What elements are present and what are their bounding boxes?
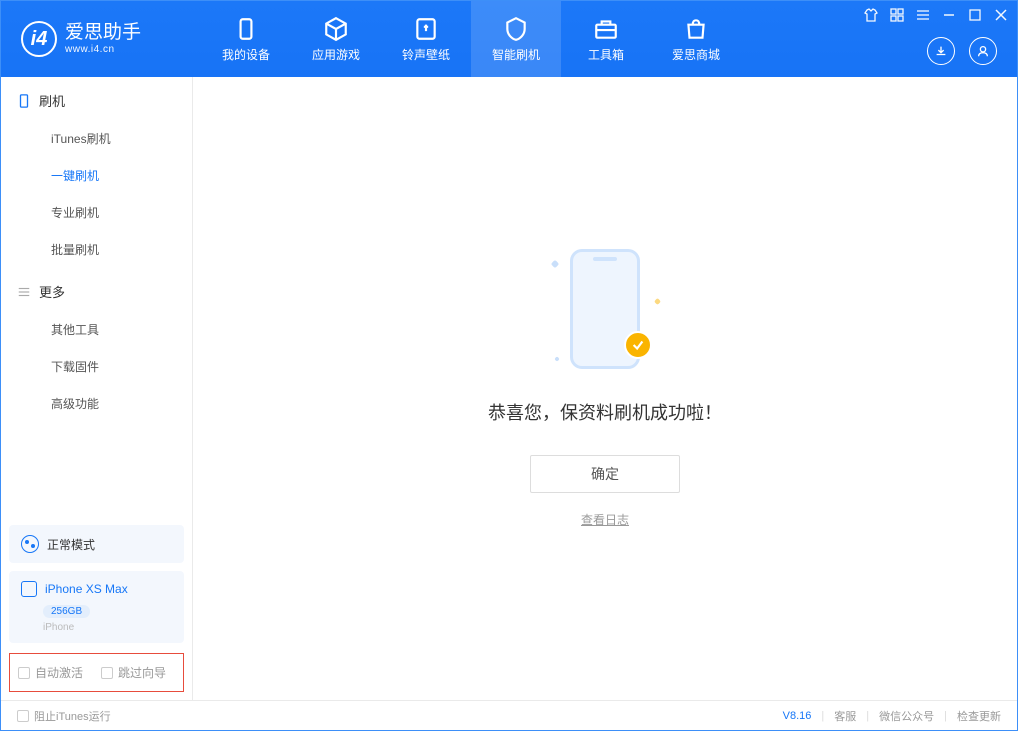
footer-link-wechat[interactable]: 微信公众号 [879,708,934,724]
music-icon [413,16,439,42]
app-title: 爱思助手 [65,23,141,44]
download-icon[interactable] [927,37,955,65]
version-label: V8.16 [783,710,812,722]
check-circle-icon [624,331,652,359]
sidebar-item-advanced[interactable]: 高级功能 [1,385,192,422]
device-name: iPhone XS Max [45,582,128,596]
shirt-icon[interactable] [863,7,879,23]
sidebar-item-onekey-flash[interactable]: 一键刷机 [1,157,192,194]
auto-activate-checkbox[interactable]: 自动激活 [18,664,83,681]
sidebar-group-more: 更多 [1,268,192,311]
footer-bar: 阻止iTunes运行 V8.16 | 客服 | 微信公众号 | 检查更新 [1,700,1017,730]
grid-icon[interactable] [889,7,905,23]
sidebar: 刷机 iTunes刷机 一键刷机 专业刷机 批量刷机 更多 其他工具 下载固件 … [1,77,193,700]
sidebar-item-pro-flash[interactable]: 专业刷机 [1,194,192,231]
checkbox-icon [18,667,30,679]
nav-my-device[interactable]: 我的设备 [201,1,291,77]
sidebar-item-itunes-flash[interactable]: iTunes刷机 [1,120,192,157]
highlighted-checkbox-row: 自动激活 跳过向导 [9,653,184,692]
checkbox-icon [101,667,113,679]
phone-icon [17,94,31,108]
app-subtitle: www.i4.cn [65,44,141,55]
logo-icon: i4 [21,21,57,57]
shield-icon [503,16,529,42]
nav-tabs: 我的设备 应用游戏 铃声壁纸 智能刷机 工具箱 爱思商城 [201,1,741,77]
device-phone-icon [21,581,37,597]
nav-smart-flash[interactable]: 智能刷机 [471,1,561,77]
footer-link-update[interactable]: 检查更新 [957,708,1001,724]
footer-link-support[interactable]: 客服 [834,708,856,724]
nav-ringtone-wallpaper[interactable]: 铃声壁纸 [381,1,471,77]
list-icon [17,285,31,299]
checkbox-icon [17,710,29,722]
success-illustration [570,249,640,369]
nav-toolbox[interactable]: 工具箱 [561,1,651,77]
sidebar-item-download-firmware[interactable]: 下载固件 [1,348,192,385]
window-controls [863,7,1009,23]
menu-icon[interactable] [915,7,931,23]
sidebar-item-other-tools[interactable]: 其他工具 [1,311,192,348]
success-message: 恭喜您，保资料刷机成功啦！ [488,399,722,425]
logo-area: i4 爱思助手 www.i4.cn [1,1,201,77]
sidebar-item-batch-flash[interactable]: 批量刷机 [1,231,192,268]
nav-apps-games[interactable]: 应用游戏 [291,1,381,77]
device-icon [233,16,259,42]
mode-label: 正常模式 [47,536,95,553]
user-icon[interactable] [969,37,997,65]
close-icon[interactable] [993,7,1009,23]
block-itunes-checkbox[interactable]: 阻止iTunes运行 [17,708,111,724]
toolbox-icon [593,16,619,42]
store-icon [683,16,709,42]
main-content: 恭喜您，保资料刷机成功啦！ 确定 查看日志 [193,77,1017,700]
minimize-icon[interactable] [941,7,957,23]
app-header: i4 爱思助手 www.i4.cn 我的设备 应用游戏 铃声壁纸 智能刷机 工具… [1,1,1017,77]
nav-store[interactable]: 爱思商城 [651,1,741,77]
mode-icon [21,535,39,553]
cube-icon [323,16,349,42]
view-log-link[interactable]: 查看日志 [581,511,629,528]
storage-badge: 256GB [43,605,90,618]
maximize-icon[interactable] [967,7,983,23]
skip-guide-checkbox[interactable]: 跳过向导 [101,664,166,681]
device-box[interactable]: iPhone XS Max 256GB iPhone [9,571,184,643]
ok-button[interactable]: 确定 [530,455,680,493]
mode-status-box[interactable]: 正常模式 [9,525,184,563]
device-type: iPhone [43,622,172,633]
sidebar-group-flash: 刷机 [1,77,192,120]
